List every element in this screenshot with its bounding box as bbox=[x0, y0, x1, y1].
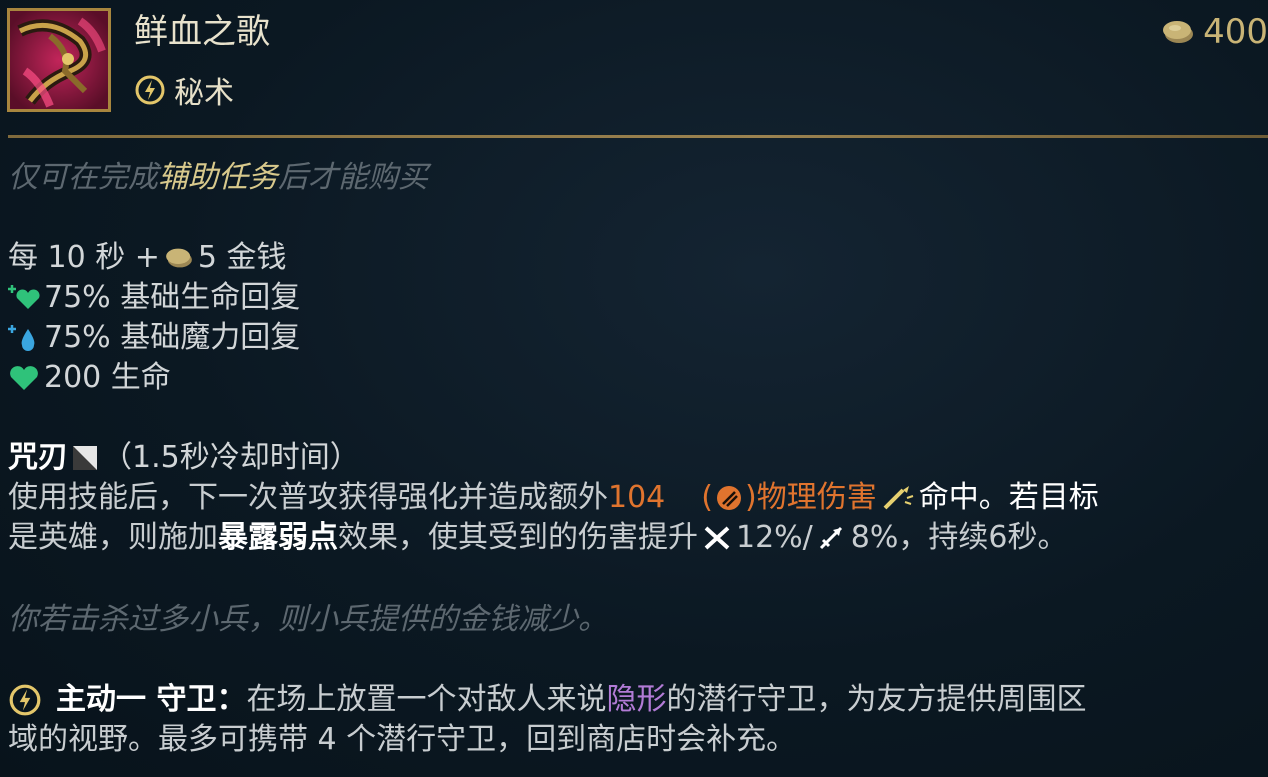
ranged-icon bbox=[817, 524, 847, 552]
item-tag-label: 秘术 bbox=[174, 76, 234, 111]
item-name: 鲜血之歌 bbox=[134, 12, 270, 52]
stat-health: 200 生命 bbox=[8, 358, 171, 398]
heart-icon bbox=[8, 364, 40, 392]
stat-gold-prefix: 每 10 秒 + bbox=[8, 240, 160, 275]
invisible-keyword: 隐形 bbox=[606, 682, 667, 717]
passive-line2-a: 是英雄，则施加 bbox=[8, 520, 218, 555]
stat-gold: 每 10 秒 + 5 金钱 bbox=[8, 238, 287, 278]
active-line1-b: 的潜行守卫，为友方提供周围区 bbox=[666, 682, 1087, 717]
passive-line2-b: 效果，使其受到的伤害提升 bbox=[338, 520, 698, 555]
item-price-value: 400 bbox=[1203, 12, 1268, 52]
health-regen-icon bbox=[8, 283, 40, 313]
stat-mana-regen: 75% 基础魔力回复 bbox=[8, 318, 300, 358]
passive-ranged-value: 8%，持续6秒。 bbox=[850, 520, 1068, 555]
passive-line1-b: 命中。若目标 bbox=[918, 480, 1099, 515]
active-line1-a: 在场上放置一个对敌人来说 bbox=[246, 682, 607, 717]
header-divider bbox=[8, 135, 1268, 138]
spellblade-icon bbox=[72, 445, 98, 471]
melee-icon bbox=[702, 524, 732, 552]
arcane-icon bbox=[134, 74, 166, 106]
gold-coin-icon bbox=[164, 246, 194, 270]
physical-damage-icon bbox=[715, 484, 743, 512]
passive-ratio-open: ( bbox=[701, 480, 713, 515]
exposed-weakness-keyword: 暴露弱点 bbox=[218, 520, 338, 555]
requirement-prefix: 仅可在完成 bbox=[8, 160, 158, 195]
passive-name: 咒刃 bbox=[8, 440, 68, 475]
passive-header: 咒刃 （1.5秒冷却时间） bbox=[8, 438, 360, 478]
purchase-requirement: 仅可在完成 辅助任务 后才能购买 bbox=[8, 158, 428, 198]
active-line1: 主动一 守卫： 在场上放置一个对敌人来说 隐形 的潜行守卫，为友方提供周围区 bbox=[8, 680, 1086, 720]
passive-desc-line2: 是英雄，则施加 暴露弱点 效果，使其受到的伤害提升 12%/ 8%，持续6秒。 bbox=[8, 518, 1067, 558]
active-icon bbox=[8, 683, 42, 717]
stat-mana-regen-label: 75% 基础魔力回复 bbox=[44, 320, 301, 355]
active-label: 主动一 守卫： bbox=[56, 682, 247, 717]
active-line2: 域的视野。最多可携带 4 个潜行守卫，回到商店时会补充。 bbox=[8, 722, 797, 757]
passive-melee-value: 12%/ bbox=[736, 520, 813, 555]
requirement-highlight: 辅助任务 bbox=[158, 160, 278, 195]
stat-health-label: 200 生命 bbox=[44, 360, 171, 395]
passive-damage-value: 104 bbox=[608, 480, 666, 515]
on-hit-icon bbox=[881, 484, 915, 512]
stat-health-regen-label: 75% 基础生命回复 bbox=[44, 280, 301, 315]
item-tag: 秘术 bbox=[134, 70, 234, 111]
passive-cooldown: （1.5秒冷却时间） bbox=[102, 440, 360, 475]
passive-line1-a: 使用技能后，下一次普攻获得强化并造成额外 bbox=[8, 480, 608, 515]
stat-gold-suffix: 5 金钱 bbox=[197, 240, 287, 275]
item-tooltip: 鲜血之歌 秘术 400 仅可在完成 辅助任务 后才能购买 每 10 秒 + 5 … bbox=[0, 0, 1268, 777]
item-price: 400 bbox=[1161, 10, 1268, 54]
gold-coin-icon bbox=[1161, 18, 1195, 46]
passive-desc-line1: 使用技能后，下一次普攻获得强化并造成额外 104 ( )物理伤害 命中。若目标 bbox=[8, 478, 1099, 518]
passive-ratio-close: )物理伤害 bbox=[744, 480, 877, 515]
requirement-suffix: 后才能购买 bbox=[278, 160, 428, 195]
mana-regen-icon bbox=[8, 323, 40, 353]
minion-note: 你若击杀过多小兵，则小兵提供的金钱减少。 bbox=[8, 602, 608, 637]
item-icon bbox=[7, 8, 111, 112]
stat-health-regen: 75% 基础生命回复 bbox=[8, 278, 300, 318]
